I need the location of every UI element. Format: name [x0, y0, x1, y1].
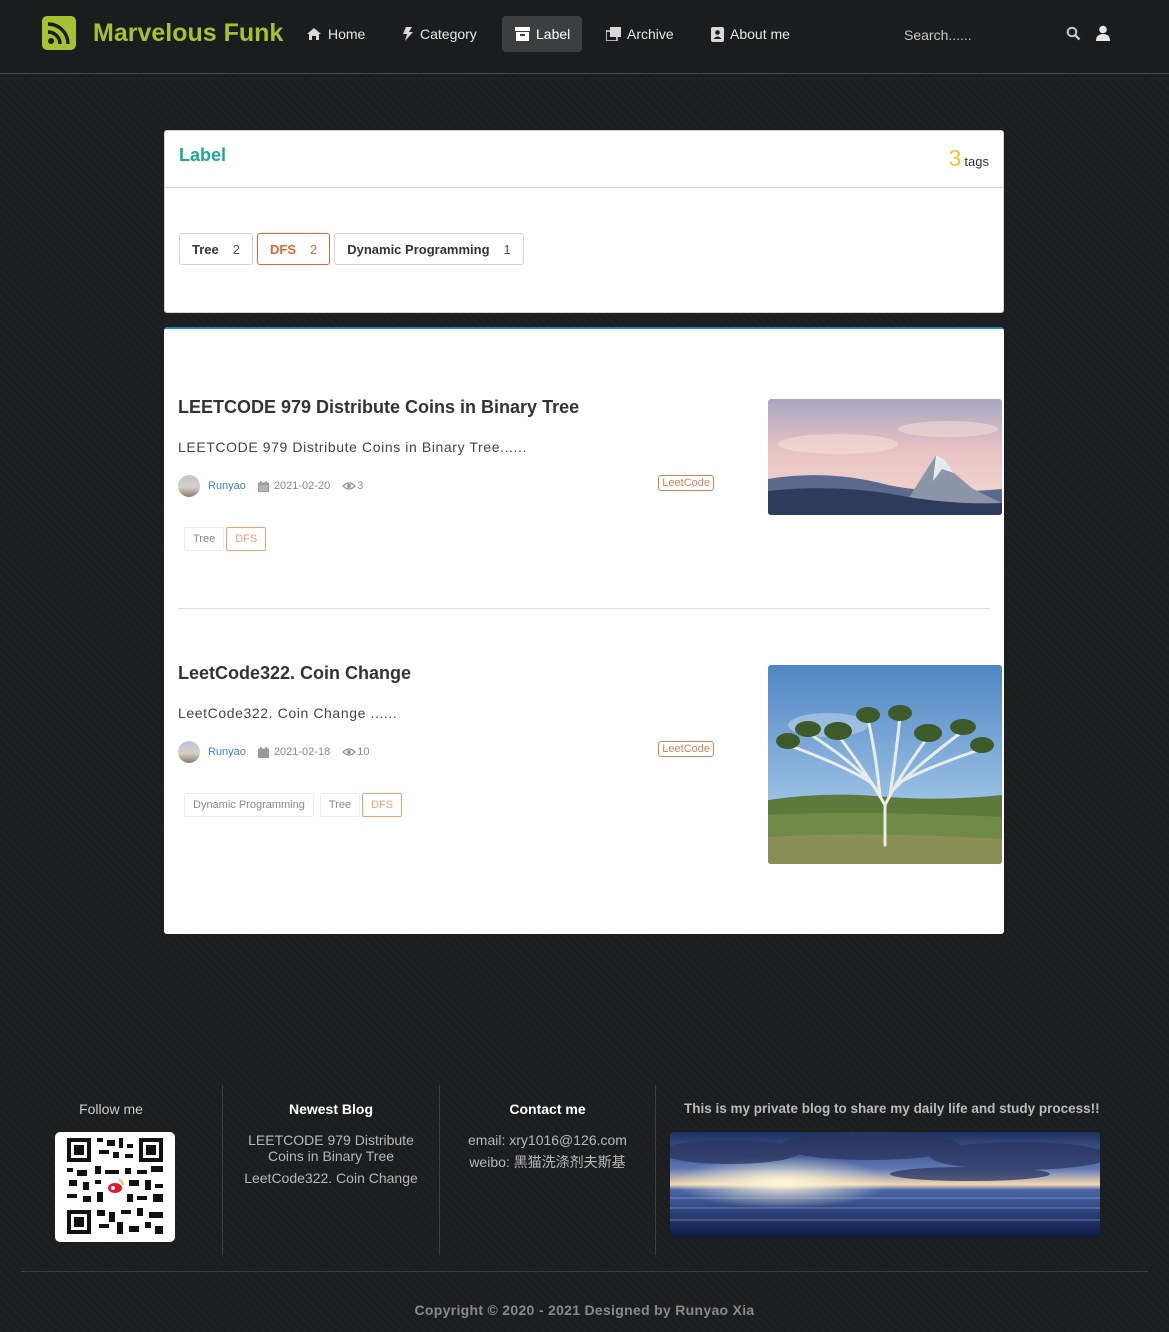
nav-home-label: Home: [328, 26, 366, 42]
nav-archive-label: Archive: [627, 26, 674, 42]
rss-icon: [42, 16, 76, 50]
tag-chip-count: 2: [309, 241, 318, 257]
newest-blog-link[interactable]: LEETCODE 979 Distribute Coins in Binary …: [223, 1132, 439, 1164]
brand[interactable]: Marvelous Funk: [42, 16, 283, 50]
nav-category[interactable]: Category: [389, 16, 490, 52]
nav-label[interactable]: Label: [502, 16, 582, 52]
newest-blog-link[interactable]: LeetCode322. Coin Change: [223, 1170, 439, 1186]
tag-chip-name: Tree: [192, 241, 219, 257]
nav-archive[interactable]: Archive: [593, 16, 687, 52]
post-date: 2021-02-18: [273, 746, 331, 758]
post-item: LEETCODE 979 Distribute Coins in Binary …: [178, 397, 1002, 577]
post-meta: Runyao 2021-02-20 3: [178, 475, 363, 497]
search-input[interactable]: [904, 24, 1084, 46]
label-card: Label 3 tags Tree 2 DFS 2 Dynamic Progra…: [164, 130, 1004, 313]
contact-email: email: xry1016@126.com: [468, 1132, 627, 1148]
newest-blog-title: Newest Blog: [288, 1101, 373, 1117]
post-thumbnail[interactable]: [768, 665, 1002, 864]
footer-banner-image: [670, 1132, 1100, 1237]
tag-chip-name: Dynamic Programming: [347, 241, 490, 257]
label-card-header: Label 3 tags: [165, 131, 1003, 188]
tag-list: Tree 2 DFS 2 Dynamic Programming 1: [179, 233, 524, 265]
tag-chip-tree[interactable]: Tree 2: [179, 233, 253, 265]
calendar-icon: [257, 480, 269, 492]
nav-about-label: About me: [730, 26, 790, 42]
post-tag[interactable]: DFS: [226, 527, 267, 551]
eye-icon: [342, 747, 357, 757]
user-icon[interactable]: [1096, 25, 1110, 46]
nav-home[interactable]: Home: [293, 16, 378, 52]
footer-contact: Contact me email: xry1016@126.com weibo:…: [440, 1085, 655, 1255]
post-excerpt: LeetCode322. Coin Change ......: [178, 705, 398, 721]
post-excerpt: LEETCODE 979 Distribute Coins in Binary …: [178, 439, 528, 455]
post-item: LeetCode322. Coin Change LeetCode322. Co…: [178, 663, 1002, 864]
footer-newest-blog: Newest Blog LEETCODE 979 Distribute Coin…: [223, 1085, 439, 1255]
tag-chip-count: 2: [232, 241, 240, 257]
bolt-icon: [402, 26, 414, 42]
clone-icon: [606, 27, 621, 41]
avatar[interactable]: [178, 741, 200, 763]
tag-chip-dfs[interactable]: DFS 2: [256, 233, 331, 265]
category-label[interactable]: LeetCode: [658, 741, 714, 757]
nav-label-label: Label: [536, 26, 571, 42]
footer-tagline: This is my private blog to share my dail…: [684, 1101, 1100, 1116]
post-meta: Runyao 2021-02-18 10: [178, 741, 369, 763]
brand-name: Marvelous Funk: [93, 18, 284, 47]
tag-count-number: 3: [948, 145, 962, 171]
post-list-card: LEETCODE 979 Distribute Coins in Binary …: [164, 327, 1004, 934]
tag-chip-dynamic-programming[interactable]: Dynamic Programming 1: [334, 233, 524, 265]
footer-separator: [21, 1271, 1148, 1272]
follow-label: Follow me: [79, 1101, 143, 1117]
post-views: 3: [357, 480, 364, 492]
calendar-icon: [257, 746, 269, 758]
tag-count-unit: tags: [964, 154, 989, 169]
search-icon[interactable]: [1066, 26, 1081, 46]
post-views: 10: [357, 746, 370, 758]
address-book-icon: [711, 26, 724, 42]
home-icon: [306, 27, 322, 41]
nav-category-label: Category: [420, 26, 477, 42]
author-link[interactable]: Runyao: [208, 480, 246, 492]
post-thumbnail[interactable]: [768, 399, 1002, 515]
post-date: 2021-02-20: [273, 480, 331, 492]
nav-about[interactable]: About me: [698, 16, 803, 52]
post-tag[interactable]: DFS: [362, 793, 403, 817]
post-tag[interactable]: Dynamic Programming: [184, 793, 314, 817]
copyright: Copyright © 2020 - 2021 Designed by Runy…: [414, 1302, 755, 1318]
tag-chip-name: DFS: [269, 241, 296, 257]
author-link[interactable]: Runyao: [208, 746, 246, 758]
post-tags: Tree DFS: [184, 527, 267, 551]
label-title: Label: [179, 145, 227, 165]
contact-weibo: weibo: 黑猫洗涤剂夫斯基: [469, 1154, 626, 1170]
tag-count: 3 tags: [949, 145, 989, 172]
contact-title: Contact me: [509, 1101, 586, 1117]
post-tag[interactable]: Tree: [184, 527, 225, 551]
post-tags: Dynamic Programming Tree DFS: [184, 793, 403, 817]
post-divider: [178, 608, 990, 609]
eye-icon: [342, 481, 357, 491]
avatar[interactable]: [178, 475, 200, 497]
qr-code: [55, 1132, 175, 1242]
top-navbar: Marvelous Funk Home Category Label Archi…: [0, 0, 1169, 74]
post-tag[interactable]: Tree: [319, 793, 361, 817]
archive-box-icon: [515, 27, 530, 41]
category-label[interactable]: LeetCode: [658, 475, 714, 491]
tag-chip-count: 1: [503, 241, 511, 257]
